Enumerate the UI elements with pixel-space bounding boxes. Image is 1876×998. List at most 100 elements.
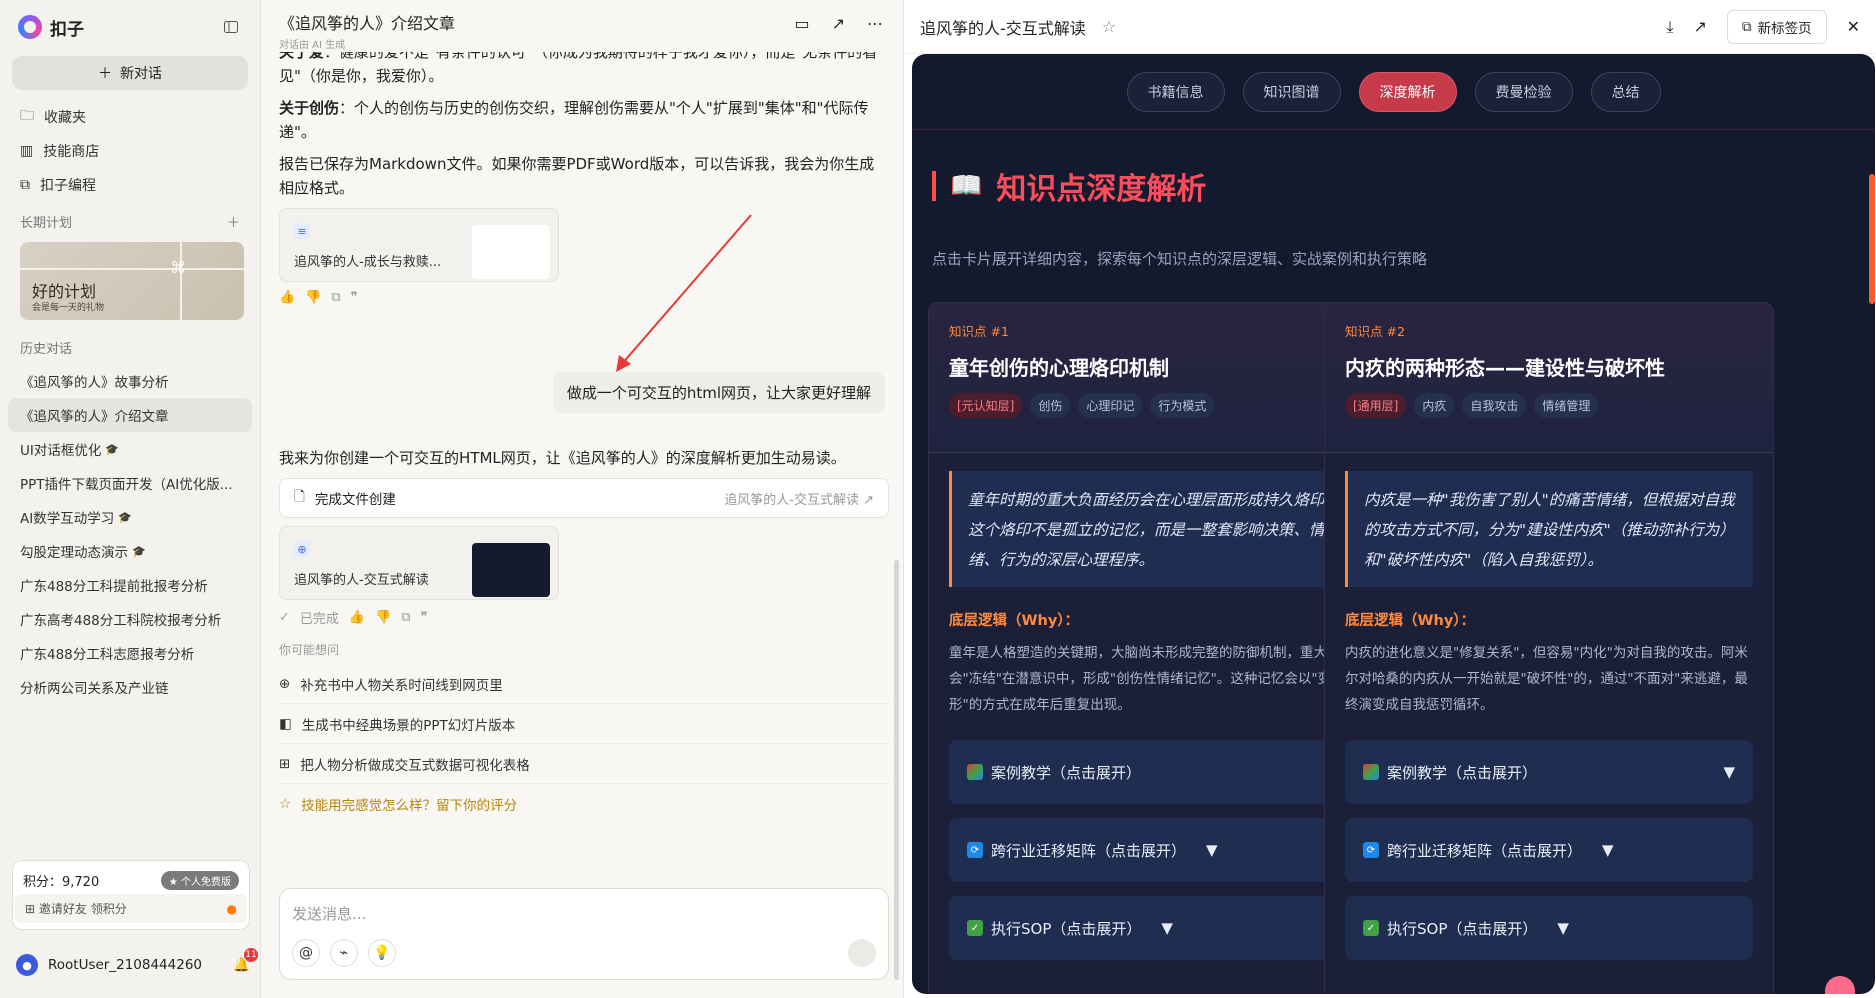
ribbon-vertical bbox=[180, 242, 182, 320]
chat-subtitle: 对话由 AI 生成 bbox=[279, 40, 346, 51]
mascot-icon[interactable] bbox=[1825, 976, 1855, 994]
accordion-label: 跨行业迁移矩阵（点击展开） bbox=[991, 841, 1187, 860]
thumbs-up-icon[interactable]: 👍 bbox=[349, 610, 365, 625]
tab-feynman-test[interactable]: 费曼检验 bbox=[1474, 71, 1573, 112]
nav-coze-code[interactable]: ⧉ 扣子编程 bbox=[0, 168, 260, 202]
close-icon[interactable]: ✕ bbox=[1847, 17, 1860, 36]
open-new-tab-button[interactable]: ⧉ 新标签页 bbox=[1726, 9, 1827, 44]
history-item[interactable]: 分析两公司关系及产业链 bbox=[0, 670, 260, 704]
user-message-bubble: 做成一个可交互的html网页，让大家更好理解 bbox=[552, 372, 885, 413]
plan-card[interactable]: ⌘ 好的计划 会是每一天的礼物 bbox=[20, 242, 244, 320]
tab-deep-analysis[interactable]: 深度解析 bbox=[1358, 71, 1457, 112]
chevron-down-icon: ▼ bbox=[1557, 919, 1569, 937]
accordion-case-study[interactable]: 案例教学（点击展开） ▼ bbox=[1345, 740, 1753, 804]
tag: 自我攻击 bbox=[1462, 393, 1527, 418]
invite-button[interactable]: ⊞ 邀请好友 领积分 ● bbox=[15, 894, 247, 923]
nav-favorites[interactable]: 🗀 收藏夹 bbox=[0, 100, 260, 134]
bow-icon: ⌘ bbox=[170, 258, 186, 277]
file-card-html[interactable]: ⊕ 追风筝的人-交互式解读 bbox=[279, 526, 559, 600]
send-button[interactable] bbox=[848, 939, 876, 967]
history-item-active[interactable]: 《追风筝的人》介绍文章 bbox=[8, 398, 252, 432]
history-item[interactable]: PPT插件下载页面开发（AI优化版... bbox=[0, 466, 260, 500]
history-label: 分析两公司关系及产业链 bbox=[20, 681, 169, 697]
history-item[interactable]: 勾股定理动态演示 🎓 bbox=[0, 534, 260, 568]
tab-summary[interactable]: 总结 bbox=[1590, 71, 1661, 112]
thumbs-up-icon[interactable]: 👍 bbox=[279, 290, 295, 305]
quote-icon[interactable]: ❞ bbox=[351, 290, 358, 305]
copy-icon[interactable]: ⧉ bbox=[401, 610, 410, 625]
collapse-sidebar-icon[interactable] bbox=[220, 16, 242, 38]
idea-icon[interactable]: 💡 bbox=[368, 939, 396, 967]
chevron-down-icon: ▼ bbox=[1723, 763, 1735, 781]
notification-badge: 11 bbox=[244, 948, 258, 962]
download-icon[interactable]: ⤓ bbox=[1666, 17, 1673, 37]
add-plan-icon[interactable]: ＋ bbox=[227, 212, 240, 231]
more-icon[interactable]: ⋯ bbox=[867, 14, 883, 33]
file-thumbnail bbox=[472, 543, 550, 597]
suggestion-item[interactable]: ◧ 生成书中经典场景的PPT幻灯片版本 bbox=[279, 704, 889, 744]
history-item[interactable]: UI对话框优化 🎓 bbox=[0, 432, 260, 466]
history-item[interactable]: AI数学互动学习 🎓 bbox=[0, 500, 260, 534]
file-created-bar[interactable]: 🗋 完成文件创建 追风筝的人-交互式解读 ↗ bbox=[279, 478, 889, 518]
tab-book-info[interactable]: 书籍信息 bbox=[1126, 71, 1225, 112]
points-card: 积分：9,720 ★ 个人免费版 ⊞ 邀请好友 领积分 ● bbox=[12, 860, 250, 930]
plan-title: 长期计划 bbox=[20, 215, 73, 231]
tab-knowledge-graph[interactable]: 知识图谱 bbox=[1242, 71, 1341, 112]
accordion-label: 案例教学（点击展开） bbox=[1387, 763, 1538, 782]
new-chat-button[interactable]: ＋ 新对话 bbox=[12, 56, 248, 90]
attach-icon[interactable]: ⌁ bbox=[330, 939, 358, 967]
history-section-title: 历史对话 bbox=[0, 330, 260, 364]
points-row: 积分：9,720 ★ 个人免费版 bbox=[13, 861, 249, 894]
external-link-icon: ⧉ bbox=[1741, 18, 1752, 35]
file-card-markdown[interactable]: ≡ 追风筝的人-成长与救赎... bbox=[279, 208, 559, 282]
thumbs-down-icon[interactable]: 👎 bbox=[305, 290, 321, 305]
history-label: 勾股定理动态演示 bbox=[20, 545, 128, 561]
folder-icon[interactable]: ▭ bbox=[794, 14, 809, 33]
slides-icon: ◧ bbox=[279, 715, 292, 732]
page-scrollbar[interactable] bbox=[1869, 174, 1875, 304]
accordion-transfer-matrix[interactable]: ⟳ 跨行业迁移矩阵（点击展开） ▼ bbox=[1345, 818, 1753, 882]
knowledge-card[interactable]: 知识点 #2 内疚的两种形态——建设性与破坏性 [通用层] 内疚 自我攻击 情绪… bbox=[1324, 302, 1774, 994]
message-paragraph: 报告已保存为Markdown文件。如果你需要PDF或Word版本，可以告诉我，我… bbox=[279, 155, 875, 197]
history-item[interactable]: 广东488分工科提前批报考分析 bbox=[0, 568, 260, 602]
nav-label: 扣子编程 bbox=[40, 178, 96, 194]
plan-badge-label: 个人免费版 bbox=[181, 877, 231, 888]
preview-actions: ⤓ ↗ ⧉ 新标签页 ✕ bbox=[1666, 9, 1860, 44]
message-input[interactable]: 发送消息... bbox=[292, 903, 366, 924]
quote-icon[interactable]: ❞ bbox=[421, 610, 428, 625]
suggestion-item[interactable]: ⊕ 补充书中人物关系时间线到网页里 bbox=[279, 664, 889, 704]
plan-badge[interactable]: ★ 个人免费版 bbox=[160, 871, 239, 890]
invite-label: 邀请好友 领积分 bbox=[38, 902, 127, 916]
done-link[interactable]: 追风筝的人-交互式解读 ↗ bbox=[724, 489, 874, 508]
accordion-sop[interactable]: ✓ 执行SOP（点击展开） ▼ bbox=[949, 896, 1357, 960]
mention-icon[interactable]: @ bbox=[292, 939, 320, 967]
accordion-case-study[interactable]: 案例教学（点击展开）▼ bbox=[949, 740, 1357, 804]
star-icon[interactable]: ☆ bbox=[1102, 17, 1116, 36]
history-item[interactable]: 《追风筝的人》故事分析 bbox=[0, 364, 260, 398]
thumbs-down-icon[interactable]: 👎 bbox=[375, 610, 391, 625]
history-item[interactable]: 广东488分工科志愿报考分析 bbox=[0, 636, 260, 670]
card-title: 童年创伤的心理烙印机制 bbox=[949, 356, 1169, 380]
accordion-label: 执行SOP（点击展开） bbox=[991, 919, 1142, 938]
external-link-icon: ↗ bbox=[863, 492, 874, 508]
check-circle-icon: ✓ bbox=[279, 610, 290, 625]
chat-scrollbar[interactable] bbox=[894, 560, 899, 980]
suggestion-item[interactable]: ⊞ 把人物分析做成交互式数据可视化表格 bbox=[279, 744, 889, 784]
rating-prompt[interactable]: ☆ 技能用完感觉怎么样？留下你的评分 bbox=[279, 784, 889, 824]
message-input-box[interactable]: 发送消息... @ ⌁ 💡 bbox=[279, 888, 889, 980]
history-item[interactable]: 广东高考488分工科院校报考分析 bbox=[0, 602, 260, 636]
bell-icon[interactable]: 🔔 11 bbox=[233, 948, 258, 973]
user-name: RootUser_2108444260 bbox=[48, 957, 202, 973]
knowledge-card[interactable]: 知识点 #1 童年创伤的心理烙印机制 [元认知层] 创伤 心理印记 行为模式 童… bbox=[928, 302, 1378, 994]
app-logo[interactable]: 扣子 bbox=[18, 15, 84, 40]
share-icon[interactable]: ↗ bbox=[1694, 17, 1707, 36]
accordion-sop[interactable]: ✓ 执行SOP（点击展开） ▼ bbox=[1345, 896, 1753, 960]
accordion-transfer-matrix[interactable]: ⟳ 跨行业迁移矩阵（点击展开） ▼ bbox=[949, 818, 1357, 882]
tag: 行为模式 bbox=[1150, 393, 1215, 418]
share-icon[interactable]: ↗ bbox=[832, 14, 845, 33]
suggestion-text: 补充书中人物关系时间线到网页里 bbox=[300, 677, 503, 694]
copy-icon[interactable]: ⧉ bbox=[331, 290, 340, 305]
nav-skill-store[interactable]: ▥ 技能商店 bbox=[0, 134, 260, 168]
user-row[interactable]: ● RootUser_2108444260 🔔 11 bbox=[16, 948, 258, 976]
red-arrow-annotation bbox=[616, 214, 752, 372]
